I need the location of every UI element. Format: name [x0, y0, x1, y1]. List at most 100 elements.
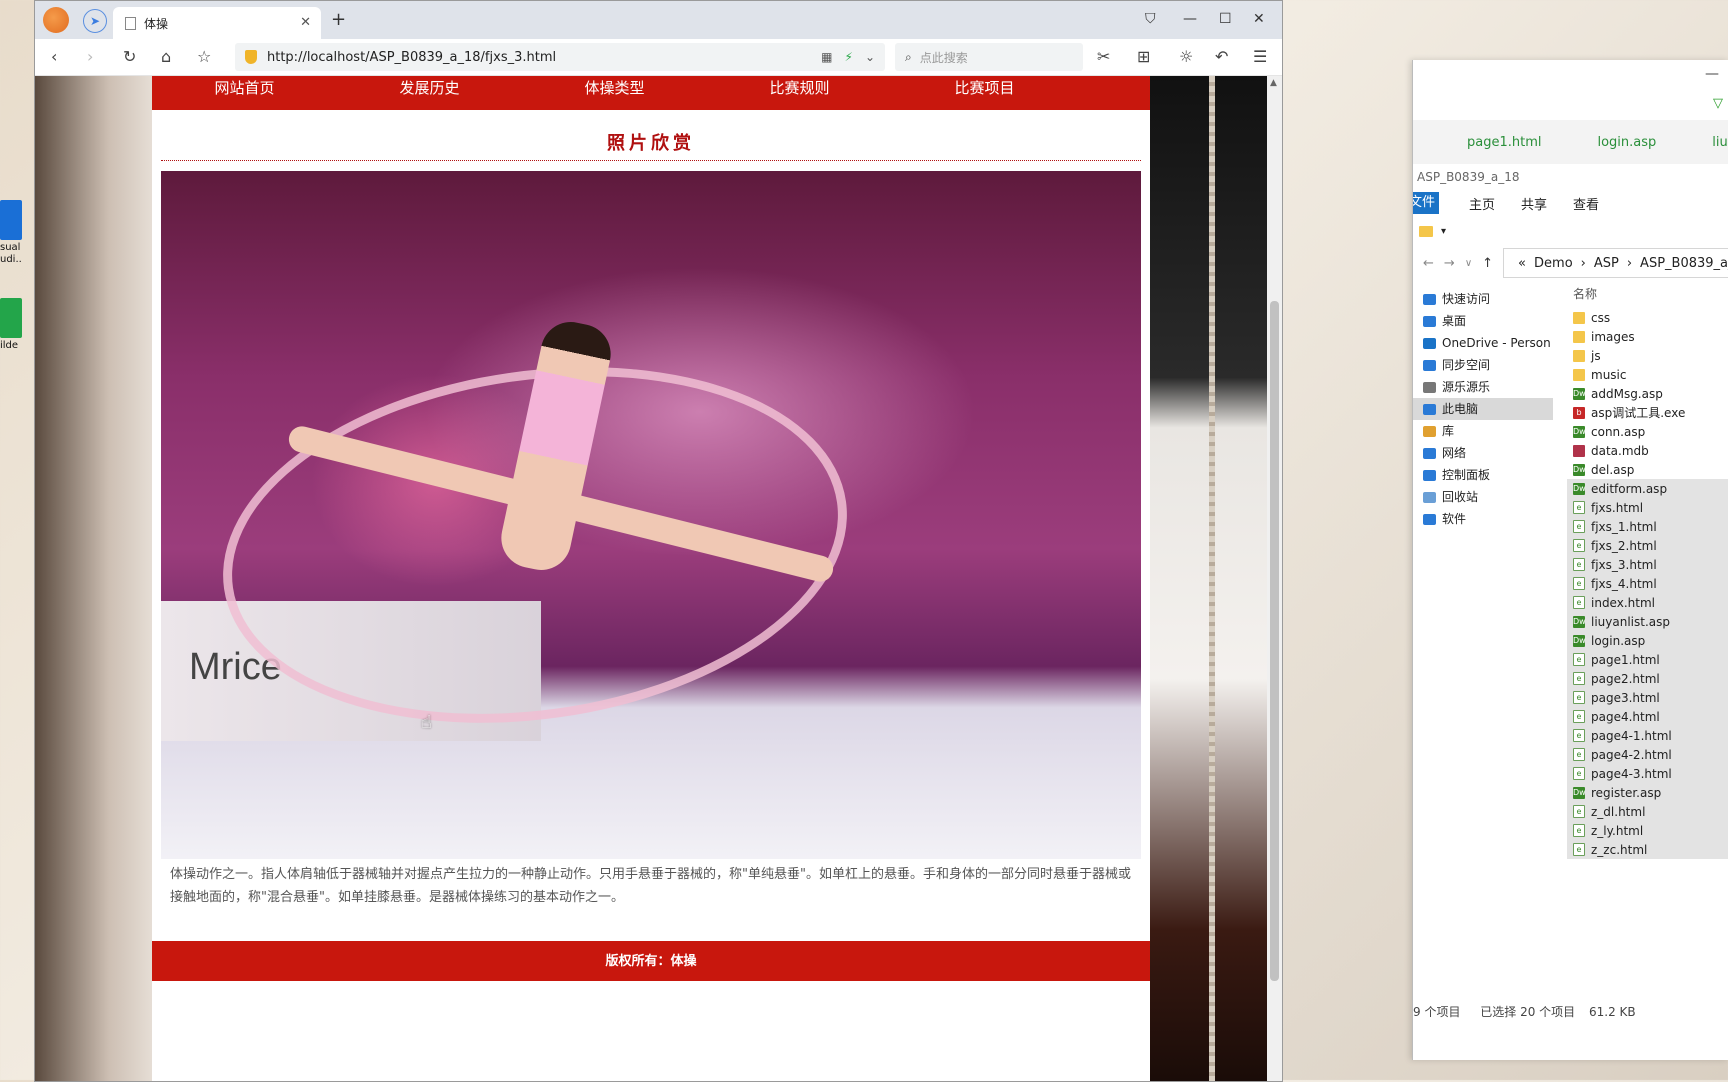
- desktop-app-icon[interactable]: ilde: [0, 298, 36, 356]
- address-bar[interactable]: http://localhost/ASP_B0839_a_18/fjxs_3.h…: [235, 43, 885, 71]
- column-header-name[interactable]: 名称: [1567, 280, 1728, 308]
- file-row[interactable]: Dw login.asp: [1567, 631, 1728, 650]
- nav-pane-item[interactable]: 软件: [1413, 508, 1553, 530]
- nav-events[interactable]: 比赛项目: [892, 76, 1077, 110]
- forward-arrow-icon[interactable]: →: [1444, 256, 1455, 271]
- tab-login[interactable]: login.asp: [1541, 135, 1656, 150]
- file-row[interactable]: e page4.html: [1567, 707, 1728, 726]
- nav-pane-label: 桌面: [1442, 314, 1467, 328]
- file-row[interactable]: e z_ly.html: [1567, 821, 1728, 840]
- ribbon-file-tab[interactable]: 文件: [1413, 192, 1439, 214]
- browser-logo-icon[interactable]: [43, 7, 69, 33]
- file-row[interactable]: e page4-2.html: [1567, 745, 1728, 764]
- minimize-icon[interactable]: —: [1183, 11, 1197, 27]
- html-file-icon: e: [1573, 824, 1585, 837]
- lightning-icon[interactable]: ⚡: [845, 50, 853, 64]
- file-row[interactable]: Dw addMsg.asp: [1567, 384, 1728, 403]
- ribbon-home-tab[interactable]: 主页: [1469, 194, 1495, 213]
- breadcrumb-demo[interactable]: Demo: [1534, 256, 1573, 271]
- file-row[interactable]: css: [1567, 308, 1728, 327]
- nav-home[interactable]: 网站首页: [152, 76, 337, 110]
- file-row[interactable]: js: [1567, 346, 1728, 365]
- file-row[interactable]: Dw conn.asp: [1567, 422, 1728, 441]
- dropdown-icon[interactable]: ▾: [1441, 226, 1446, 237]
- file-row[interactable]: e index.html: [1567, 593, 1728, 612]
- nav-pane-item[interactable]: 网络: [1413, 442, 1553, 464]
- desktop-app-icon[interactable]: sual udi..: [0, 200, 36, 265]
- forward-icon[interactable]: ›: [87, 47, 93, 66]
- file-row[interactable]: e z_zc.html: [1567, 840, 1728, 859]
- file-row[interactable]: e page1.html: [1567, 650, 1728, 669]
- page-scrollbar[interactable]: ▲: [1267, 76, 1282, 1081]
- file-row[interactable]: e fjxs_2.html: [1567, 536, 1728, 555]
- nav-pane-item[interactable]: 桌面: [1413, 310, 1553, 332]
- navigate-icon[interactable]: ➤: [83, 9, 107, 33]
- nav-pane-item[interactable]: OneDrive - Person: [1413, 332, 1553, 354]
- ribbon-view-tab[interactable]: 查看: [1573, 194, 1599, 213]
- new-tab-icon[interactable]: +: [331, 9, 346, 30]
- nav-pane-item[interactable]: 此电脑: [1413, 398, 1553, 420]
- browser-tab[interactable]: 体操 ✕: [113, 7, 321, 39]
- chevron-down-icon[interactable]: ⌄: [865, 50, 875, 64]
- tab-liu[interactable]: liu: [1656, 135, 1727, 150]
- search-box[interactable]: ⌕ 点此搜索: [895, 43, 1083, 71]
- nav-pane-item[interactable]: 回收站: [1413, 486, 1553, 508]
- breadcrumb-asp[interactable]: ASP: [1594, 256, 1619, 271]
- reload-icon[interactable]: ↻: [123, 47, 136, 66]
- file-row[interactable]: e z_dl.html: [1567, 802, 1728, 821]
- file-row[interactable]: e fjxs_3.html: [1567, 555, 1728, 574]
- nav-rules[interactable]: 比赛规则: [707, 76, 892, 110]
- close-tab-icon[interactable]: ✕: [300, 15, 311, 30]
- nav-pane-item[interactable]: 库: [1413, 420, 1553, 442]
- file-row[interactable]: Dw liuyanlist.asp: [1567, 612, 1728, 631]
- minimize-icon[interactable]: —: [1705, 66, 1719, 82]
- tab-page1[interactable]: page1.html: [1413, 135, 1541, 150]
- file-row[interactable]: Dw del.asp: [1567, 460, 1728, 479]
- scroll-thumb[interactable]: [1270, 301, 1279, 981]
- file-row[interactable]: e fjxs_1.html: [1567, 517, 1728, 536]
- ribbon-share-tab[interactable]: 共享: [1521, 194, 1547, 213]
- menu-icon[interactable]: ☰: [1253, 47, 1267, 66]
- file-row[interactable]: e page4-3.html: [1567, 764, 1728, 783]
- scissors-icon[interactable]: ✂: [1097, 47, 1110, 66]
- address-bar[interactable]: « Demo › ASP › ASP_B0839_a_1: [1503, 248, 1728, 278]
- up-arrow-icon[interactable]: ↑: [1482, 256, 1493, 271]
- qr-code-icon[interactable]: ▦: [821, 50, 832, 64]
- shirt-icon[interactable]: ⛉: [1145, 11, 1156, 27]
- folder-icon[interactable]: [1419, 225, 1433, 237]
- breadcrumb-current[interactable]: ASP_B0839_a_1: [1640, 256, 1728, 271]
- file-row[interactable]: Dw register.asp: [1567, 783, 1728, 802]
- breadcrumb-overflow[interactable]: «: [1518, 256, 1526, 271]
- file-row[interactable]: b asp调试工具.exe: [1567, 403, 1728, 422]
- file-row[interactable]: e page4-1.html: [1567, 726, 1728, 745]
- close-window-icon[interactable]: ✕: [1253, 11, 1265, 27]
- maximize-icon[interactable]: ☐: [1219, 11, 1232, 27]
- shield-icon[interactable]: [245, 50, 257, 64]
- back-icon[interactable]: ‹: [51, 47, 57, 66]
- home-icon[interactable]: ⌂: [161, 47, 171, 66]
- url-text[interactable]: http://localhost/ASP_B0839_a_18/fjxs_3.h…: [267, 50, 556, 65]
- back-arrow-icon[interactable]: ←: [1423, 256, 1434, 271]
- quick-access-toolbar: ▾: [1413, 216, 1728, 246]
- nav-pane-item[interactable]: 快速访问: [1413, 288, 1553, 310]
- nav-pane-item[interactable]: 控制面板: [1413, 464, 1553, 486]
- apps-grid-icon[interactable]: ⊞: [1137, 47, 1150, 66]
- file-row[interactable]: music: [1567, 365, 1728, 384]
- chevron-down-icon[interactable]: ▽: [1713, 96, 1723, 111]
- file-row[interactable]: Dw editform.asp: [1567, 479, 1728, 498]
- nav-types[interactable]: 体操类型: [522, 76, 707, 110]
- recent-dropdown-icon[interactable]: ∨: [1465, 258, 1472, 269]
- file-row[interactable]: images: [1567, 327, 1728, 346]
- scroll-up-icon[interactable]: ▲: [1270, 78, 1277, 88]
- file-row[interactable]: e page3.html: [1567, 688, 1728, 707]
- brightness-icon[interactable]: ☼: [1179, 47, 1193, 66]
- file-row[interactable]: e page2.html: [1567, 669, 1728, 688]
- nav-pane-item[interactable]: 同步空间: [1413, 354, 1553, 376]
- undo-icon[interactable]: ↶: [1215, 47, 1228, 66]
- file-row[interactable]: data.mdb: [1567, 441, 1728, 460]
- nav-pane-item[interactable]: 源乐源乐: [1413, 376, 1553, 398]
- nav-history[interactable]: 发展历史: [337, 76, 522, 110]
- file-row[interactable]: e fjxs.html: [1567, 498, 1728, 517]
- file-row[interactable]: e fjxs_4.html: [1567, 574, 1728, 593]
- star-icon[interactable]: ☆: [197, 47, 211, 66]
